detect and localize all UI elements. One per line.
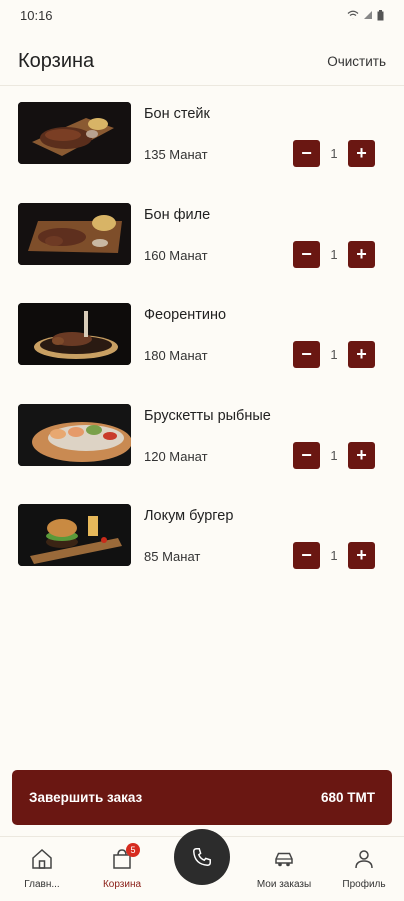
product-price: 120 Манат	[144, 448, 208, 464]
increase-quantity-button[interactable]: +	[347, 542, 375, 569]
quantity-value: 1	[330, 146, 338, 161]
increase-quantity-button[interactable]: +	[347, 341, 375, 368]
cart-item: Бон стейк 135 Манат − 1 +	[0, 100, 404, 201]
product-price: 160 Манат	[144, 247, 208, 263]
battery-icon	[377, 9, 384, 20]
product-name: Локум бургер	[144, 508, 234, 524]
cart-list: Бон стейк 135 Манат − 1 + Бон филе 160 М…	[0, 100, 404, 603]
signal-icon	[364, 11, 372, 19]
tab-home-label: Главн...	[24, 879, 60, 890]
car-icon	[275, 852, 293, 867]
quantity-stepper: − 1 +	[293, 542, 375, 569]
checkout-button[interactable]: Завершить заказ 680 ТМТ	[12, 770, 392, 825]
wifi-icon	[347, 10, 359, 19]
home-icon	[32, 848, 52, 869]
quantity-value: 1	[330, 347, 338, 362]
increase-quantity-button[interactable]: +	[347, 441, 375, 469]
cart-count-badge: 5	[126, 843, 140, 857]
quantity-value: 1	[330, 447, 338, 463]
user-icon	[355, 850, 373, 869]
product-name: Бон стейк	[144, 106, 210, 122]
checkout-label: Завершить заказ	[29, 790, 143, 805]
phone-icon	[193, 848, 211, 866]
tab-profile[interactable]: Профиль	[324, 837, 404, 901]
product-name: Брускетты рыбные	[144, 407, 271, 424]
tab-cart[interactable]: 5 Корзина	[82, 837, 162, 901]
quantity-stepper: − 1 +	[293, 240, 375, 268]
decrease-quantity-button[interactable]: −	[293, 240, 320, 268]
status-bar: 10:16	[0, 0, 404, 30]
checkout-total: 680 ТМТ	[320, 790, 375, 805]
product-price: 85 Манат	[144, 549, 201, 564]
product-image	[18, 102, 131, 164]
tab-cart-label: Корзина	[102, 879, 142, 890]
clear-cart-button[interactable]: Очистить	[327, 54, 386, 69]
product-image	[18, 303, 131, 365]
decrease-quantity-button[interactable]: −	[293, 542, 320, 569]
product-name: Бон филе	[144, 206, 211, 223]
decrease-quantity-button[interactable]: −	[293, 140, 320, 167]
quantity-stepper: − 1 +	[293, 441, 375, 469]
quantity-stepper: − 1 +	[293, 140, 375, 167]
tab-my-orders-label: Мои заказы	[256, 879, 312, 890]
tab-home[interactable]: Главн...	[2, 837, 82, 901]
product-price: 180 Манат	[144, 348, 208, 363]
status-time: 10:16	[20, 7, 53, 23]
cart-item: Феорентино 180 Манат − 1 +	[0, 301, 404, 402]
quantity-value: 1	[330, 246, 338, 262]
increase-quantity-button[interactable]: +	[347, 240, 375, 268]
decrease-quantity-button[interactable]: −	[293, 441, 320, 469]
quantity-stepper: − 1 +	[293, 341, 375, 368]
product-image	[18, 504, 131, 566]
product-image	[18, 403, 131, 466]
product-name: Феорентино	[144, 307, 227, 323]
status-icons	[347, 9, 384, 21]
call-button[interactable]	[174, 829, 230, 885]
product-image	[18, 202, 131, 265]
tab-profile-label: Профиль	[342, 879, 386, 890]
app-header: Корзина Очистить	[0, 38, 404, 86]
tab-my-orders[interactable]: Мои заказы	[244, 837, 324, 901]
cart-item: Бон филе 160 Манат − 1 +	[0, 201, 404, 302]
product-price: 135 Манат	[144, 147, 208, 162]
increase-quantity-button[interactable]: +	[347, 140, 375, 167]
cart-item: Брускетты рыбные 120 Манат − 1 +	[0, 402, 404, 503]
quantity-value: 1	[330, 548, 338, 563]
page-title: Корзина	[18, 50, 95, 72]
cart-item: Локум бургер 85 Манат − 1 +	[0, 502, 404, 603]
decrease-quantity-button[interactable]: −	[293, 341, 320, 368]
bottom-navigation: Главн... 5 Корзина Мои заказы Профиль	[0, 829, 404, 901]
